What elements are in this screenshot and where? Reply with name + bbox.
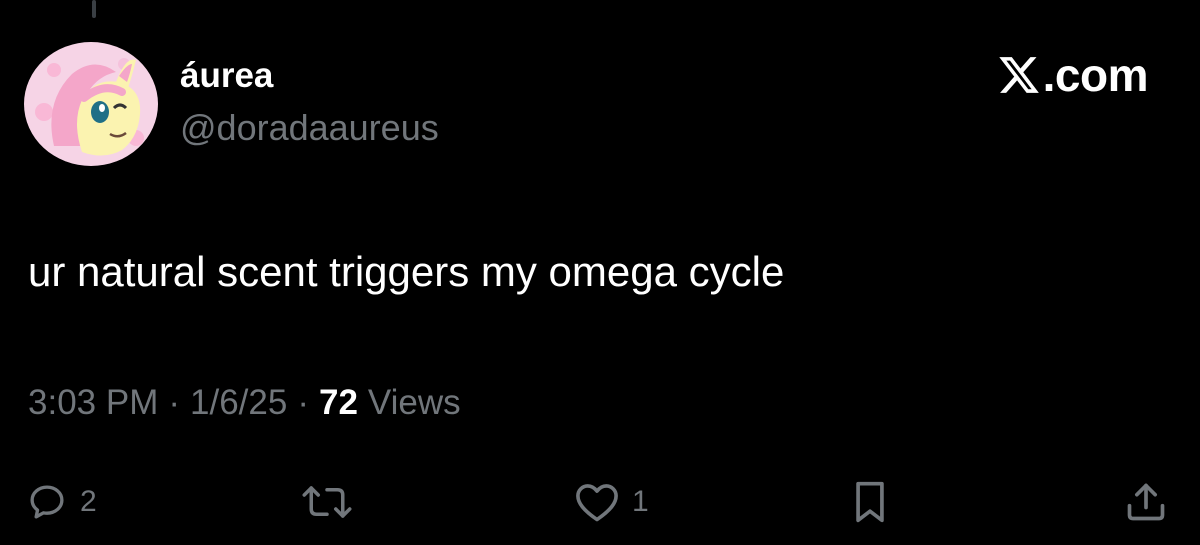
brand-logo: .com xyxy=(997,49,1149,101)
heart-icon xyxy=(576,484,618,522)
meta-separator: · xyxy=(168,383,181,422)
post-time[interactable]: 3:03 PM xyxy=(28,383,158,423)
views-count: 72 xyxy=(318,383,358,422)
meta-separator: · xyxy=(297,383,309,422)
bookmark-button[interactable] xyxy=(852,472,888,532)
post-metadata: 3:03 PM · 1/6/25 · 72 Views xyxy=(28,383,461,423)
reply-count: 2 xyxy=(80,485,97,518)
action-bar: 2 1 xyxy=(0,472,1200,532)
post-date[interactable]: 1/6/25 xyxy=(190,383,287,423)
views-label: Views xyxy=(367,383,461,422)
author-handle[interactable]: @doradaaureus xyxy=(180,107,439,149)
brand-domain-text: .com xyxy=(1042,49,1149,101)
share-button[interactable] xyxy=(1124,472,1168,532)
repost-icon xyxy=(302,486,352,518)
like-button[interactable]: 1 xyxy=(574,472,649,532)
reply-button[interactable]: 2 xyxy=(26,472,97,532)
post-text: ur natural scent triggers my omega cycle xyxy=(28,248,785,295)
x-logo-icon xyxy=(998,57,1039,93)
repost-button[interactable] xyxy=(298,472,356,532)
reply-icon xyxy=(30,485,64,519)
pony-avatar-icon xyxy=(35,58,144,156)
author-display-name[interactable]: áurea xyxy=(180,56,273,96)
share-icon xyxy=(1127,483,1165,521)
bookmark-icon xyxy=(856,481,884,523)
thread-connector-line xyxy=(92,0,96,18)
avatar[interactable] xyxy=(24,42,158,166)
like-count: 1 xyxy=(632,485,649,518)
